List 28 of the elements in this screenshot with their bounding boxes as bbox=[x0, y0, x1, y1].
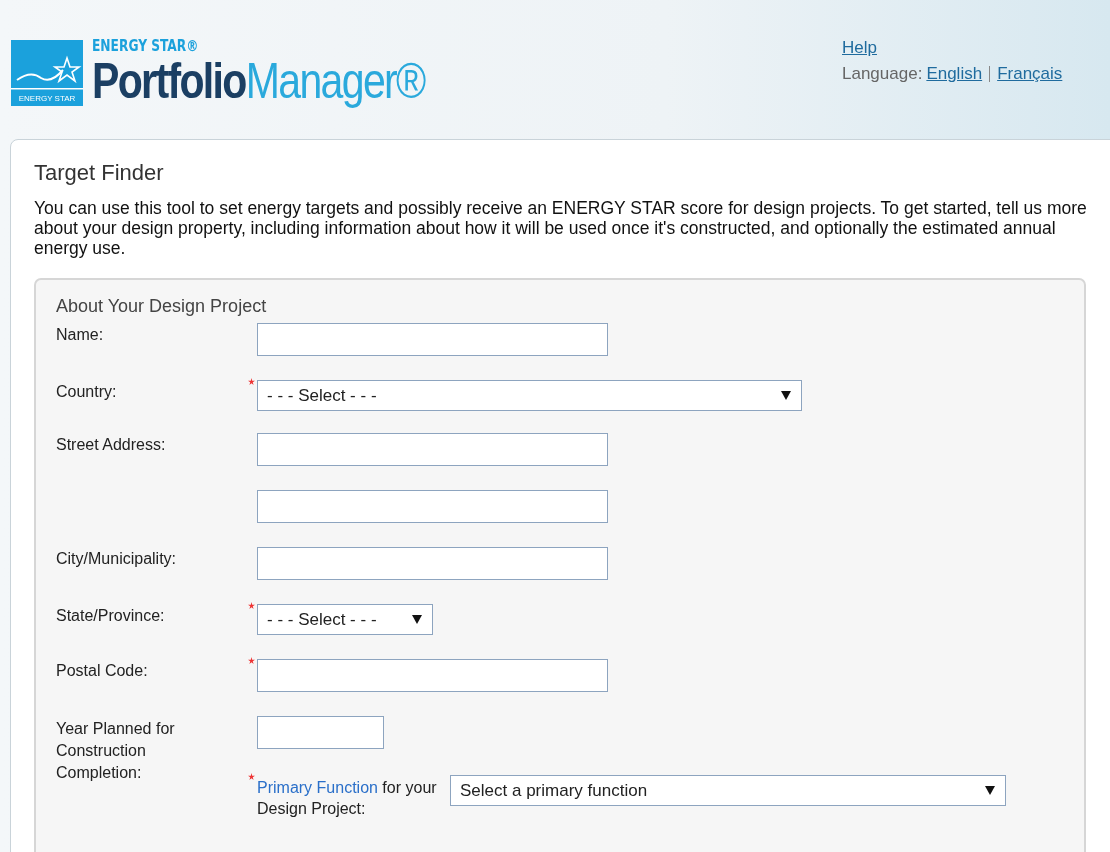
input-field[interactable] bbox=[257, 433, 608, 466]
input-field[interactable] bbox=[257, 659, 608, 692]
input-field[interactable] bbox=[257, 547, 608, 580]
input-field[interactable] bbox=[257, 716, 384, 749]
language-link[interactable]: English bbox=[926, 64, 983, 84]
field-label: Name: bbox=[56, 326, 104, 343]
field-label: Year Planned for Construction Completion: bbox=[56, 720, 175, 781]
input-field[interactable] bbox=[257, 323, 608, 356]
language-link[interactable]: Français bbox=[997, 64, 1063, 84]
brand-title: PortfolioManager® bbox=[92, 55, 425, 107]
language-label: Language: bbox=[842, 64, 923, 84]
brand-subtitle: ENERGY STAR® bbox=[92, 36, 200, 55]
select-dropdown[interactable]: - - - Select - - - bbox=[257, 604, 433, 635]
field-label: Street Address: bbox=[56, 436, 166, 453]
page-title: Target Finder bbox=[34, 160, 165, 186]
primary-function-link[interactable]: Primary Function bbox=[257, 779, 378, 796]
select-dropdown[interactable]: - - - Select - - - bbox=[257, 380, 802, 411]
input-field[interactable] bbox=[257, 490, 608, 523]
field-label: Postal Code: bbox=[56, 662, 148, 679]
help-link[interactable]: Help bbox=[842, 38, 877, 58]
field-label: Primary Function for your Design Project: bbox=[257, 778, 438, 819]
field-label: State/Province: bbox=[56, 607, 165, 624]
field-label: Country: bbox=[56, 383, 117, 400]
energy-star-logo bbox=[11, 40, 83, 106]
select-dropdown[interactable]: Select a primary function bbox=[450, 775, 1006, 806]
section-title: About Your Design Project bbox=[56, 296, 268, 317]
intro-text: You can use this tool to set energy targets and possibly receive an ENERGY STAR score for design projects. To get started, tell us more about your design property, including information about how it will be used once it's constructed, and optionally the estimated annual energy use. bbox=[34, 198, 1088, 258]
field-label: City/Municipality: bbox=[56, 550, 177, 567]
